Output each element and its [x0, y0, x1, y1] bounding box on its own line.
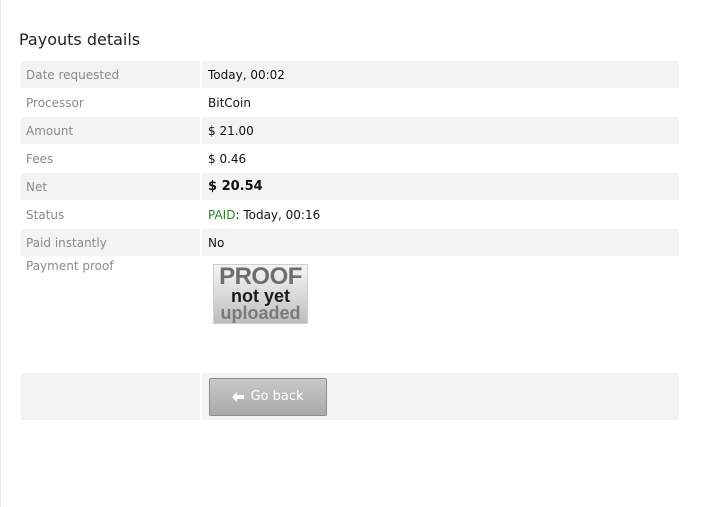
row-fees: Fees $ 0.46: [21, 145, 679, 172]
page-title: Payouts details: [19, 30, 141, 49]
payment-proof-cell: PROOF not yet uploaded: [202, 257, 679, 351]
payment-proof-label: Payment proof: [21, 257, 202, 351]
date-requested-value: Today, 00:02: [202, 61, 679, 88]
row-net: Net $ 20.54: [21, 173, 679, 200]
paid-instantly-label: Paid instantly: [21, 229, 202, 256]
net-value-cell: $ 20.54: [202, 173, 679, 200]
row-amount: Amount $ 21.00: [21, 117, 679, 144]
proof-image-line3: uploaded: [220, 303, 301, 324]
fees-label: Fees: [21, 145, 202, 172]
proof-not-uploaded-image: PROOF not yet uploaded: [213, 264, 308, 324]
payout-details-table: Date requested Today, 00:02 Processor Bi…: [21, 60, 679, 421]
status-state: PAID: [208, 207, 236, 222]
go-back-label: Go back: [250, 389, 304, 404]
row-paid-instantly: Paid instantly No: [21, 229, 679, 256]
amount-value: $ 21.00: [202, 117, 679, 144]
row-processor: Processor BitCoin: [21, 89, 679, 116]
payout-details-page: Payouts details Date requested Today, 00…: [0, 0, 717, 507]
status-time: Today, 00:16: [239, 207, 321, 222]
paid-instantly-value: No: [202, 229, 679, 256]
actions-cell: Go back: [202, 373, 679, 420]
status-value: PAID: Today, 00:16: [202, 201, 679, 228]
date-requested-label: Date requested: [21, 61, 202, 88]
net-value: $ 20.54: [208, 179, 263, 194]
spacer-row: [21, 352, 679, 372]
status-label: Status: [21, 201, 202, 228]
go-back-button[interactable]: Go back: [209, 377, 327, 416]
amount-label: Amount: [21, 117, 202, 144]
actions-empty-cell: [21, 373, 202, 420]
row-payment-proof: Payment proof PROOF not yet uploaded: [21, 257, 679, 351]
row-date-requested: Date requested Today, 00:02: [21, 61, 679, 88]
row-status: Status PAID: Today, 00:16: [21, 201, 679, 228]
spacer-cell-right: [202, 352, 679, 372]
proof-image-line1: PROOF: [219, 262, 302, 290]
fees-value: $ 0.46: [202, 145, 679, 172]
spacer-cell-left: [21, 352, 202, 372]
net-label: Net: [21, 173, 202, 200]
processor-value: BitCoin: [202, 89, 679, 116]
processor-label: Processor: [21, 89, 202, 116]
arrow-left-icon: [232, 391, 245, 402]
row-actions: Go back: [21, 373, 679, 420]
